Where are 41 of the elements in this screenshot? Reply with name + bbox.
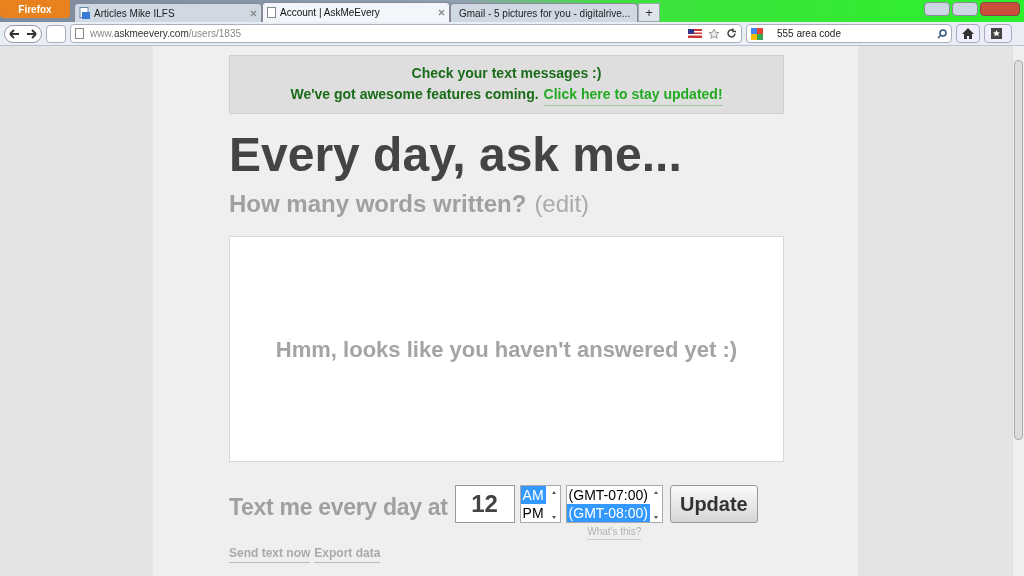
reload-icon[interactable] [726,28,737,39]
scrollbar-arrows-icon [550,490,557,520]
no-answer-text: Hmm, looks like you haven't answered yet :) [275,335,738,364]
url-text: www.askmeevery.com/users/1835 [90,27,241,41]
tab-title: Account | AskMeEvery [280,6,381,20]
update-button[interactable]: Update [669,485,758,523]
search-icon[interactable] [937,28,947,39]
page-heading: Every day, ask me... [229,127,683,183]
browser-tab[interactable]: Gmail - 5 pictures for you - digitalrive... [450,3,638,22]
star-icon[interactable] [708,27,720,40]
bookmarks-button[interactable] [984,24,1012,43]
page-icon [75,28,84,39]
search-field[interactable]: 555 area code [746,24,952,43]
question-text: How many words written? [229,189,527,219]
search-text: 555 area code [777,27,841,41]
back-forward-button[interactable] [4,24,42,43]
google-icon [751,27,763,40]
maximize-button[interactable] [952,2,978,16]
list-option[interactable]: PM [520,504,546,522]
tab-title: Articles Mike ILFS [94,6,176,21]
tab-title: Gmail - 5 pictures for you - digitalrive... [459,6,631,21]
scrollbar[interactable] [1012,46,1024,576]
address-bar[interactable]: www.askmeevery.com/users/1835 [70,24,742,43]
close-button[interactable] [980,2,1020,16]
minimize-button[interactable] [924,2,950,16]
flag-icon [688,29,702,38]
close-icon[interactable] [438,9,445,16]
close-icon[interactable] [250,9,257,17]
schedule-label: Text me every day at [229,493,448,522]
hour-field[interactable]: 12 [454,485,515,523]
banner-text: We've got awesome features coming. [290,85,539,104]
scrollbar-arrows-icon [652,490,659,520]
browser-tab[interactable]: Account | AskMeEvery [262,2,450,22]
browser-tab[interactable]: Articles Mike ILFS [74,3,262,22]
document-icon [79,7,90,19]
home-icon [962,28,974,39]
banner-text: Check your text messages :) [411,64,602,83]
home-button[interactable] [956,24,980,43]
page-icon [267,7,276,18]
new-tab-button[interactable]: + [638,3,660,22]
list-option[interactable]: (GMT-07:00) [566,486,650,504]
